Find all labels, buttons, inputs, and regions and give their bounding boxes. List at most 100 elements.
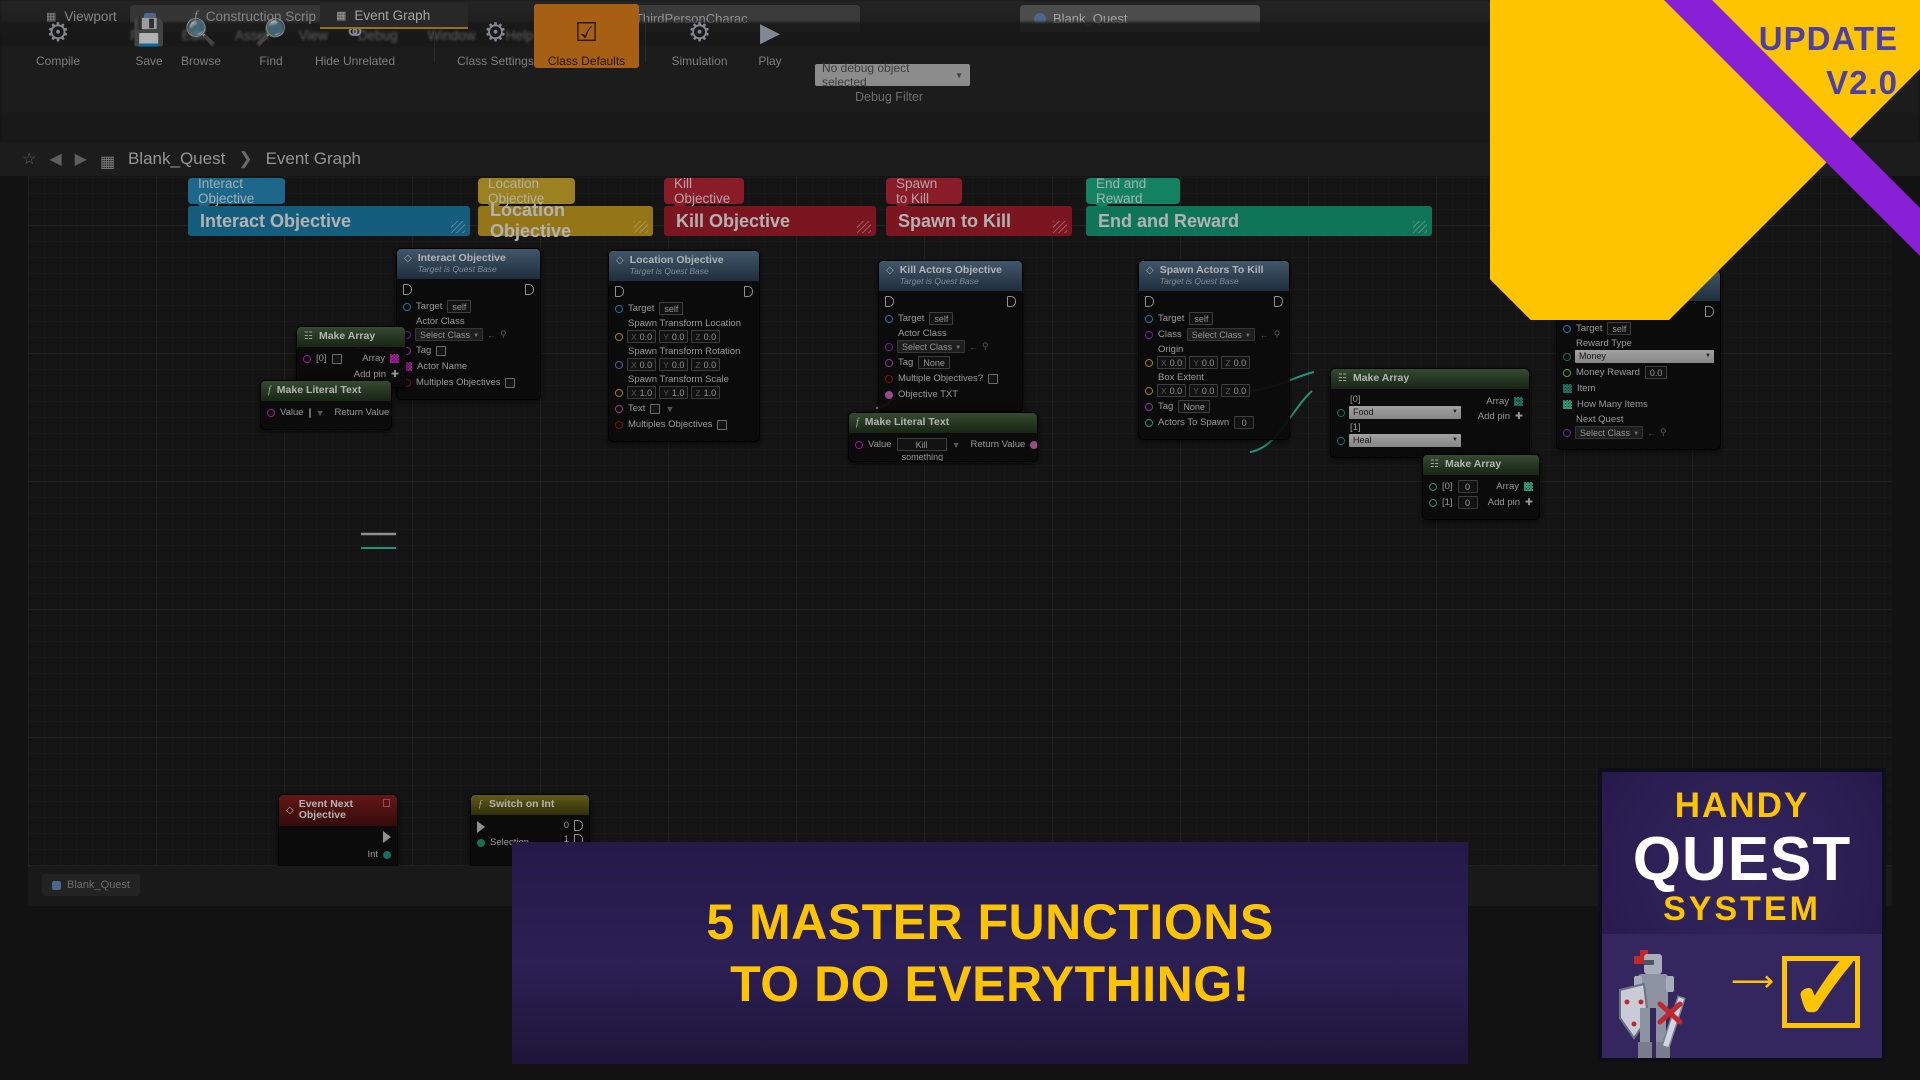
actor-class-select[interactable]: Select Class bbox=[897, 340, 966, 354]
exec-out-row[interactable] bbox=[285, 831, 391, 844]
pin-text[interactable]: Text ▼ bbox=[615, 402, 753, 415]
exec-out-pin[interactable] bbox=[383, 831, 391, 844]
pin-actor-class[interactable]: Actor Class Select Class ← ⚲ bbox=[885, 328, 1016, 354]
vector-pin[interactable] bbox=[1145, 386, 1153, 395]
pin-spawn-transform-location[interactable]: Spawn Transform Location X 0.0 Y 0.0 Z 0.0 bbox=[615, 318, 753, 344]
resize-grip[interactable] bbox=[634, 221, 648, 233]
vec-z[interactable]: Z 0.0 bbox=[1221, 356, 1251, 370]
debug-filter-dropdown[interactable]: No debug object selected ▼ bbox=[815, 61, 970, 89]
target-value[interactable]: self bbox=[447, 300, 472, 314]
status-badge[interactable]: Blank_Quest bbox=[42, 874, 140, 896]
actors-to-spawn-value[interactable]: 0 bbox=[1234, 416, 1255, 430]
pin-reward-type[interactable]: Reward Type Money bbox=[1563, 338, 1714, 364]
browse-icon[interactable]: ⚲ bbox=[500, 329, 507, 340]
target-value[interactable]: self bbox=[1607, 322, 1632, 336]
pin-index-0[interactable]: [0] 0 Array bbox=[1429, 480, 1533, 494]
exec-out-pin[interactable] bbox=[744, 286, 753, 298]
resize-grip[interactable] bbox=[857, 221, 871, 233]
pin-objective-txt[interactable]: Objective TXT bbox=[885, 388, 1016, 401]
exec-in-pin[interactable] bbox=[1145, 296, 1154, 308]
int-out-pin[interactable] bbox=[383, 850, 391, 859]
pin-target[interactable]: Target self bbox=[615, 302, 753, 316]
event-graph-canvas[interactable]: Interact Objective Interact Objective Lo… bbox=[28, 176, 1892, 866]
multiples-objectives-checkbox[interactable] bbox=[717, 419, 728, 430]
resize-grip[interactable] bbox=[1053, 221, 1067, 233]
pin-index-0[interactable]: [0] Food bbox=[1337, 394, 1461, 420]
vec-x[interactable]: X 0.0 bbox=[1157, 356, 1187, 370]
exec-out-pin[interactable] bbox=[525, 284, 534, 296]
vector-pin[interactable] bbox=[615, 332, 623, 341]
switch-out-0[interactable]: 0 bbox=[549, 820, 583, 832]
browse-icon[interactable]: ⚲ bbox=[1660, 427, 1667, 438]
vector-pin[interactable] bbox=[615, 388, 623, 397]
node-make-literal-text-1[interactable]: f Make Literal Text Value ▼ Return Value bbox=[260, 380, 392, 431]
tag-value[interactable]: None bbox=[918, 356, 950, 370]
float-pin[interactable] bbox=[1563, 368, 1571, 377]
comment-bubble-spawn[interactable]: Spawn to Kill bbox=[886, 176, 962, 211]
comment-bar-interact[interactable]: Interact Objective bbox=[188, 206, 470, 236]
pin-next-quest[interactable]: Next Quest Select Class ← ⚲ bbox=[1563, 414, 1714, 440]
array-out-pin[interactable] bbox=[1514, 397, 1523, 407]
enum-pin[interactable] bbox=[1337, 436, 1345, 445]
exec-in-pin[interactable] bbox=[615, 286, 624, 298]
vec-y[interactable]: Y 0.0 bbox=[659, 330, 689, 344]
bool-pin[interactable] bbox=[885, 374, 893, 383]
pin-how-many-items[interactable]: How Many Items bbox=[1563, 398, 1714, 411]
node-interact-objective[interactable]: ◇ Interact Objective Target is Quest Bas… bbox=[396, 248, 541, 401]
tab-construction-script[interactable]: f Construction Scrip bbox=[178, 3, 332, 29]
node-spawn-actors-to-kill[interactable]: ◇ Spawn Actors To Kill Target is Quest B… bbox=[1138, 260, 1290, 441]
next-quest-select[interactable]: Select Class bbox=[1575, 426, 1644, 440]
class-defaults-button[interactable]: ☑ Class Defaults bbox=[534, 4, 639, 68]
pin-target[interactable]: Target self bbox=[1563, 322, 1714, 336]
vec-z[interactable]: Z 0.0 bbox=[691, 358, 721, 372]
pin-spawn-transform-scale[interactable]: Spawn Transform Scale X 1.0 Y 1.0 Z 1.0 bbox=[615, 374, 753, 400]
object-pin[interactable] bbox=[403, 302, 411, 311]
pin-index-1[interactable]: [1] 0 Add pin ✚ bbox=[1429, 496, 1533, 510]
object-pin[interactable] bbox=[885, 314, 893, 323]
index-0-value[interactable]: 0 bbox=[1457, 480, 1478, 494]
pin-origin[interactable]: Origin X 0.0 Y 0.0 Z 0.0 bbox=[1145, 344, 1283, 370]
breadcrumb-asset[interactable]: Blank_Quest bbox=[128, 149, 225, 169]
node-kill-actors-objective[interactable]: ◇ Kill Actors Objective Target is Quest … bbox=[878, 260, 1023, 413]
object-pin[interactable] bbox=[615, 304, 623, 313]
vector-pin[interactable] bbox=[1145, 358, 1153, 367]
index-1-dropdown[interactable]: Heal bbox=[1349, 434, 1461, 448]
pin-box-extent[interactable]: Box Extent X 0.0 Y 0.0 Z 0.0 bbox=[1145, 372, 1283, 398]
array-out-pin[interactable] bbox=[390, 354, 399, 364]
browse-icon[interactable]: ⚲ bbox=[1274, 329, 1281, 340]
use-selected-icon[interactable]: ← bbox=[969, 342, 978, 352]
vec-y[interactable]: Y 1.0 bbox=[659, 386, 689, 400]
play-button[interactable]: ▶ Play bbox=[730, 4, 810, 69]
tag-value[interactable]: None bbox=[1178, 400, 1210, 414]
class-pin[interactable] bbox=[885, 342, 893, 351]
text-pin[interactable] bbox=[615, 404, 623, 413]
object-pin[interactable] bbox=[1563, 324, 1571, 333]
comment-bubble-interact[interactable]: Interact Objective bbox=[188, 176, 285, 211]
exec-in-pin[interactable] bbox=[477, 820, 485, 833]
exec-in-pin[interactable] bbox=[885, 296, 894, 308]
pin-class[interactable]: Class Select Class ← ⚲ bbox=[1145, 328, 1283, 342]
pin-tag[interactable]: Tag None bbox=[885, 356, 1016, 370]
class-pin[interactable] bbox=[1145, 330, 1153, 339]
forward-button[interactable]: ▶ bbox=[75, 149, 87, 169]
return-value-pin[interactable] bbox=[1030, 440, 1037, 449]
pin-index-1[interactable]: [1] Heal bbox=[1337, 422, 1461, 448]
pin-target[interactable]: Target self bbox=[885, 312, 1016, 326]
exec-out-pin[interactable] bbox=[574, 820, 583, 832]
exec-out-pin[interactable] bbox=[1274, 296, 1283, 308]
exec-in-pin[interactable] bbox=[1563, 306, 1572, 318]
array-out-row[interactable]: Array bbox=[1467, 396, 1523, 407]
pin-multiple-objectives[interactable]: Multiple Objectives? bbox=[885, 372, 1016, 385]
index-1-value[interactable]: 0 bbox=[1457, 496, 1478, 510]
tab-viewport[interactable]: ▦ Viewport bbox=[30, 3, 133, 29]
vec-x[interactable]: X 0.0 bbox=[627, 358, 657, 372]
array-pin[interactable] bbox=[1563, 400, 1572, 410]
breadcrumb-graph[interactable]: Event Graph bbox=[266, 149, 361, 169]
comment-bubble-kill[interactable]: Kill Objective bbox=[664, 176, 744, 211]
pin-multiples-objectives[interactable]: Multiples Objectives bbox=[615, 418, 753, 431]
vec-z[interactable]: Z 0.0 bbox=[691, 330, 721, 344]
text-input[interactable] bbox=[650, 403, 661, 414]
int-pin[interactable] bbox=[1145, 418, 1153, 427]
vec-y[interactable]: Y 0.0 bbox=[1189, 384, 1219, 398]
text-pin[interactable] bbox=[303, 354, 311, 363]
